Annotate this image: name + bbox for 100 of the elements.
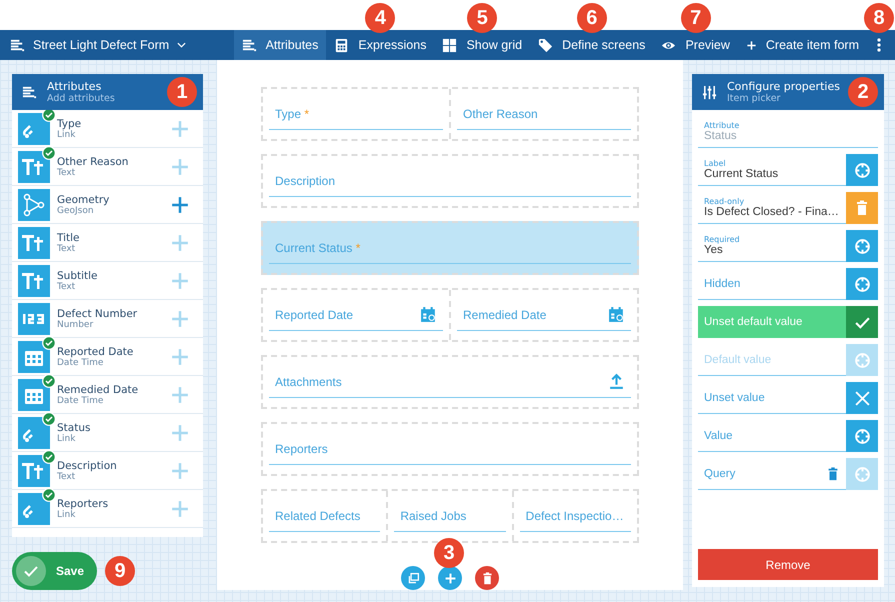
toolbar-tab[interactable]: Define screens xyxy=(530,30,654,60)
panel-subtitle: Add attributes xyxy=(47,93,115,104)
crosshair-icon xyxy=(854,466,870,482)
attribute-name: Status xyxy=(57,422,92,434)
form-field[interactable]: Raised Jobs xyxy=(394,500,506,532)
attribute-item[interactable]: Subtitle Text xyxy=(12,262,203,300)
attribute-item[interactable]: Reported Date Date Time xyxy=(12,338,203,376)
crosshair-icon xyxy=(854,162,870,178)
attribute-item[interactable]: Other Reason Text xyxy=(12,148,203,186)
attribute-name: Subtitle xyxy=(57,270,99,282)
plus-icon xyxy=(746,40,757,50)
geometry-attribute-icon xyxy=(18,188,50,220)
delete-button[interactable] xyxy=(475,566,499,590)
calendar-icon xyxy=(420,306,437,323)
attribute-type: Number xyxy=(57,320,94,330)
copy-button[interactable] xyxy=(401,566,425,590)
panel-subtitle: Item picker xyxy=(727,93,782,104)
text-attribute-icon xyxy=(18,454,50,486)
caret-icon xyxy=(177,42,186,48)
form-row[interactable]: Description xyxy=(261,154,639,208)
save-button[interactable]: Save xyxy=(12,552,97,590)
form-row[interactable]: Reporters xyxy=(261,422,639,476)
toolbar-tab[interactable]: Create item form xyxy=(738,30,867,60)
tag-icon xyxy=(538,38,554,52)
number-attribute-icon xyxy=(18,302,50,334)
plus-icon xyxy=(444,572,456,584)
form-field[interactable]: Attachments xyxy=(269,366,631,398)
date-attribute-icon xyxy=(18,340,50,372)
callout-number: 1 xyxy=(167,77,197,107)
crosshair-icon xyxy=(854,238,870,254)
property-action-button[interactable] xyxy=(846,420,878,452)
attribute-name: Remedied Date xyxy=(57,384,140,396)
property-action-button[interactable] xyxy=(846,154,878,186)
close-icon xyxy=(854,390,870,406)
attribute-item[interactable]: Remedied Date Date Time xyxy=(12,376,203,414)
form-title-dropdown[interactable]: Street Light Defect Form xyxy=(0,30,196,60)
remove-button[interactable]: Remove xyxy=(698,549,878,580)
form-field[interactable]: Remedied Date xyxy=(457,300,631,330)
property-action-button[interactable] xyxy=(846,306,878,338)
attribute-type: Link xyxy=(57,510,76,520)
attribute-type: GeoJson xyxy=(57,206,95,216)
panel-title: Attributes xyxy=(47,80,102,93)
attribute-name: Reported Date xyxy=(57,346,134,358)
attribute-item[interactable]: Type Link xyxy=(12,110,203,148)
form-field[interactable]: Current Status * xyxy=(269,232,631,264)
form-field[interactable]: Type * xyxy=(269,98,443,130)
upload-icon[interactable] xyxy=(608,373,625,390)
text-attribute-icon xyxy=(18,226,50,258)
sliders-icon xyxy=(702,84,717,100)
attribute-type: Link xyxy=(57,434,76,444)
toolbar-tab[interactable]: Show grid xyxy=(434,30,530,60)
callout-number: 9 xyxy=(105,556,135,586)
list-icon xyxy=(10,38,25,52)
attribute-item[interactable]: Description Text xyxy=(12,452,203,490)
form-field[interactable]: Other Reason xyxy=(457,98,631,130)
grid-icon xyxy=(442,38,458,52)
attribute-item[interactable]: Defect Number Number xyxy=(12,300,203,338)
link-attribute-icon xyxy=(18,112,50,144)
text-attribute-icon xyxy=(18,264,50,296)
form-field[interactable]: Description xyxy=(269,166,631,196)
add-button[interactable] xyxy=(438,566,462,590)
date-attribute-icon xyxy=(18,378,50,410)
trash-icon xyxy=(826,466,840,480)
attribute-item[interactable]: Title Text xyxy=(12,224,203,262)
property-action-button[interactable] xyxy=(846,192,878,224)
attribute-item[interactable]: Status Link xyxy=(12,414,203,452)
attribute-name: Description xyxy=(57,460,118,472)
form-field[interactable]: Related Defects xyxy=(269,500,380,532)
property-action-button[interactable] xyxy=(846,230,878,262)
form-row[interactable]: Type * Other Reason xyxy=(261,87,639,141)
trash-icon xyxy=(854,200,870,216)
property-field[interactable]: Unset default value xyxy=(698,306,846,338)
callout-number: 3 xyxy=(434,538,464,568)
form-row[interactable]: Current Status * xyxy=(261,221,639,275)
trash-icon xyxy=(480,572,494,584)
link-attribute-icon xyxy=(18,416,50,448)
add-button[interactable] xyxy=(171,196,189,214)
attribute-type: Text xyxy=(57,282,76,292)
attribute-type: Text xyxy=(57,168,76,178)
form-row[interactable]: Reported Date Remedied Date xyxy=(261,288,639,342)
more-icon xyxy=(877,38,881,52)
form-field[interactable]: Reporters xyxy=(269,434,631,464)
list-icon xyxy=(242,38,257,52)
property-action-button[interactable] xyxy=(846,268,878,300)
attribute-item[interactable]: Reporters Link xyxy=(12,490,203,528)
form-field[interactable]: Reported Date xyxy=(269,300,443,330)
toolbar-tab[interactable]: Attributes xyxy=(234,30,326,60)
calculator-icon xyxy=(334,38,350,52)
text-attribute-icon xyxy=(18,150,50,182)
attribute-type: Text xyxy=(57,244,76,254)
property-action-button[interactable] xyxy=(846,382,878,414)
attribute-item[interactable]: Geometry GeoJson xyxy=(12,186,203,224)
panel-title: Configure properties xyxy=(727,80,840,93)
form-row[interactable]: Related Defects Raised Jobs Defect Inspectio… xyxy=(261,489,639,543)
crosshair-icon xyxy=(854,428,870,444)
form-field[interactable]: Defect Inspectio… xyxy=(520,500,631,532)
attribute-type: Date Time xyxy=(57,396,104,406)
form-row[interactable]: Attachments xyxy=(261,355,639,409)
attribute-name: Geometry xyxy=(57,194,110,206)
link-attribute-icon xyxy=(18,492,50,524)
